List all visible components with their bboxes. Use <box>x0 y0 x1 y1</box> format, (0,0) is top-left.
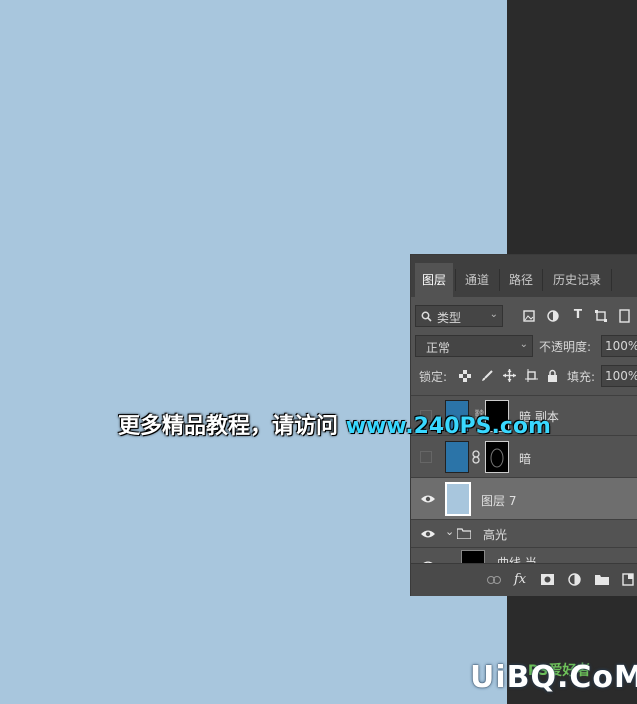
new-layer-icon[interactable] <box>622 573 634 586</box>
layer-group-row[interactable]: ⌄ 高光 <box>411 520 637 548</box>
tab-divider <box>455 269 456 291</box>
layer-thumbnail <box>445 482 471 516</box>
visibility-toggle[interactable] <box>420 451 432 463</box>
lock-label: 锁定: <box>419 370 448 384</box>
lock-row: 锁定: 填充: 100% <box>411 361 637 391</box>
adjustment-filter-icon[interactable] <box>547 310 559 322</box>
shape-filter-icon[interactable] <box>595 310 607 322</box>
watermark-banner: 更多精品教程，请访问 www.240PS.com <box>118 408 551 440</box>
fill-input[interactable]: 100% <box>601 365 637 387</box>
layer-row[interactable]: 暗 <box>411 436 637 478</box>
search-icon <box>421 311 432 322</box>
adjustment-layer-icon[interactable] <box>568 573 581 586</box>
layer-name: 图层 7 <box>481 494 517 508</box>
layer-name: 暗 <box>519 452 532 466</box>
eye-icon[interactable] <box>421 494 435 504</box>
layer-name: 高光 <box>483 528 508 542</box>
site-logo: UiBQ.CoM <box>470 660 637 695</box>
filter-kind-select[interactable]: 类型 ⌄ <box>415 305 503 327</box>
filter-kind-label: 类型 <box>437 311 462 325</box>
mask-shape <box>490 448 504 468</box>
fill-label: 填充: <box>567 370 596 384</box>
watermark-url: www.240PS.com <box>345 414 551 439</box>
opacity-input[interactable]: 100% <box>601 335 637 357</box>
lock-all-icon[interactable] <box>547 369 558 382</box>
blend-mode-value: 正常 <box>426 341 451 355</box>
tab-divider <box>611 269 612 291</box>
smartobject-filter-icon[interactable] <box>619 309 631 323</box>
layer-row[interactable]: 曲线 当 <box>411 548 637 564</box>
lock-transparent-icon[interactable] <box>459 370 471 382</box>
tab-divider <box>542 269 543 291</box>
link-layers-icon[interactable] <box>487 576 501 584</box>
lock-pixels-brush-icon[interactable] <box>481 370 493 382</box>
fx-icon[interactable]: fx <box>514 572 526 587</box>
blend-mode-select[interactable]: 正常 ⌄ <box>415 335 533 357</box>
lock-artboard-icon[interactable] <box>525 369 538 382</box>
chevron-down-icon: ⌄ <box>519 339 528 350</box>
layer-thumbnail <box>445 441 469 473</box>
chevron-down-icon[interactable]: ⌄ <box>445 525 454 538</box>
opacity-label: 不透明度: <box>539 340 592 354</box>
filter-row: 类型 ⌄ T <box>411 301 637 331</box>
panel-bottom-bar: fx <box>411 563 637 596</box>
type-filter-icon[interactable]: T <box>571 307 585 321</box>
chevron-down-icon: ⌄ <box>489 309 498 320</box>
tab-layers[interactable]: 图层 <box>415 263 453 297</box>
tab-divider <box>499 269 500 291</box>
panel-tabs: 图层 通道 路径 历史记录 <box>411 255 637 297</box>
eye-icon[interactable] <box>421 529 435 539</box>
layer-row-selected[interactable]: 图层 7 <box>411 478 637 520</box>
new-group-folder-icon[interactable] <box>595 574 609 585</box>
fill-value: 100% <box>605 369 637 383</box>
layer-mask-thumbnail <box>461 550 485 564</box>
tab-channels[interactable]: 通道 <box>457 263 497 297</box>
add-mask-icon[interactable] <box>541 574 554 585</box>
opacity-value: 100% <box>605 339 637 353</box>
layer-mask-thumbnail <box>485 441 509 473</box>
blend-row: 正常 ⌄ 不透明度: 100% <box>411 331 637 361</box>
folder-icon <box>457 528 471 539</box>
pixel-filter-icon[interactable] <box>523 310 535 322</box>
watermark-text: 更多精品教程，请访问 <box>118 414 339 439</box>
lock-position-move-icon[interactable] <box>503 369 516 382</box>
tab-paths[interactable]: 路径 <box>501 263 541 297</box>
tab-history[interactable]: 历史记录 <box>544 263 610 297</box>
link-icon <box>472 450 480 464</box>
